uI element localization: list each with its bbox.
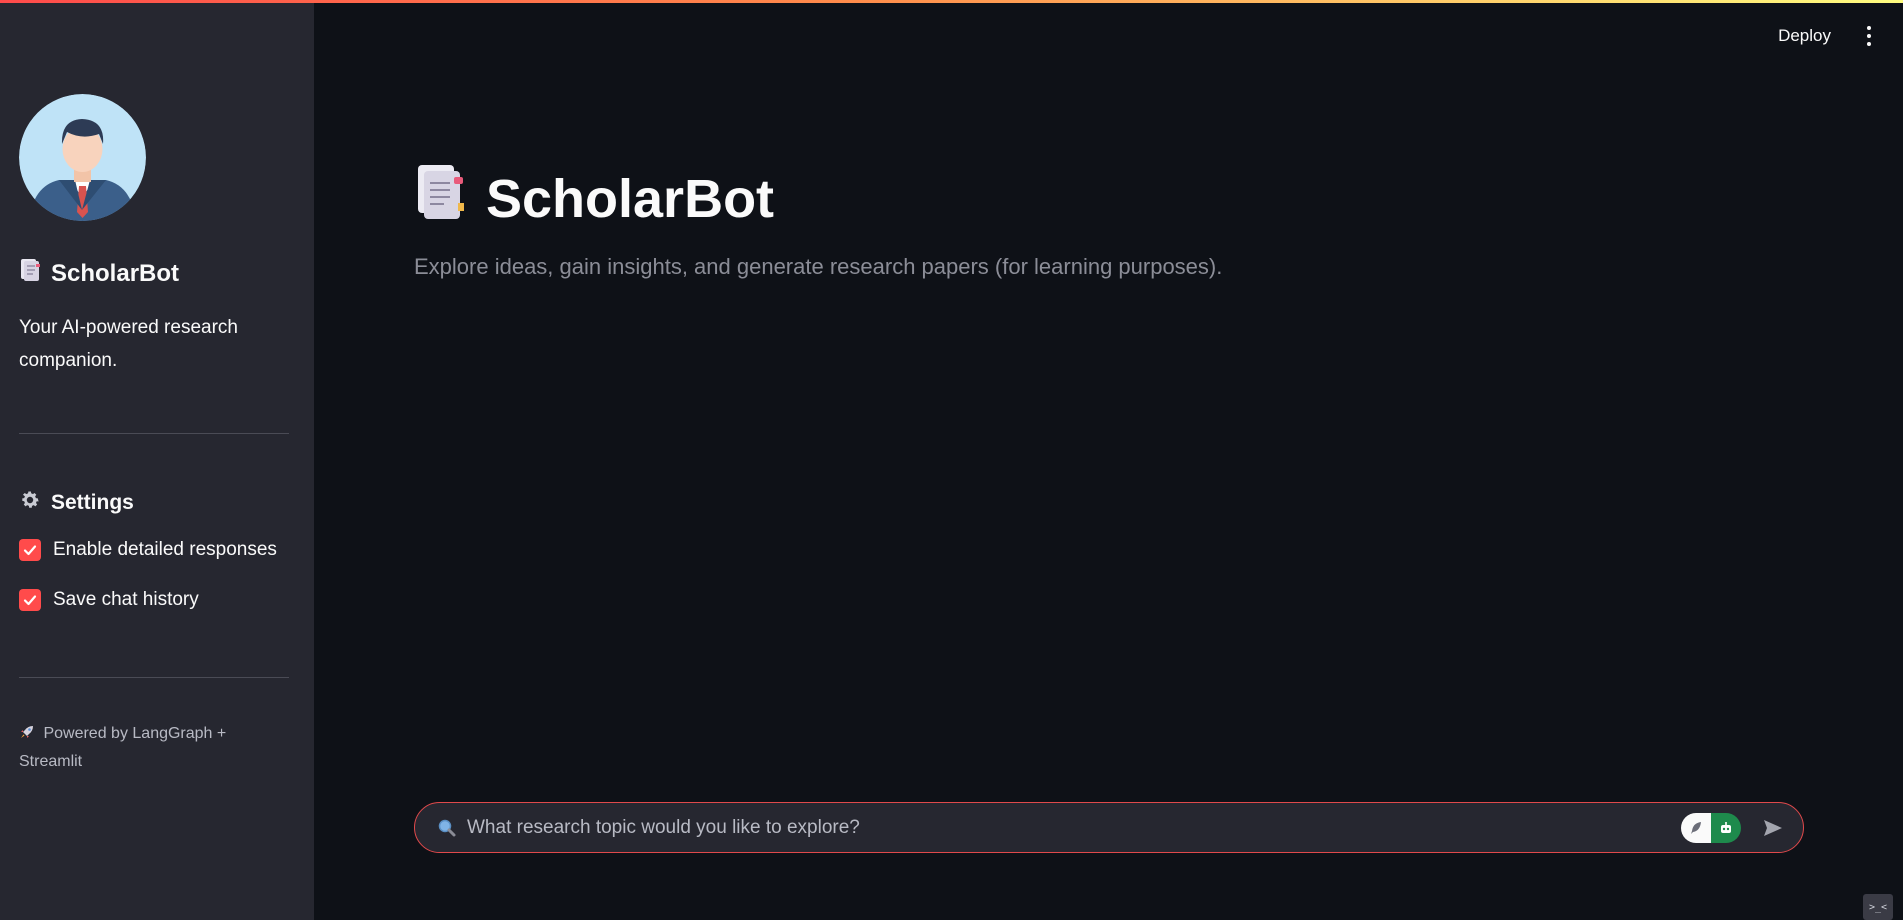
- checkbox-label: Save chat history: [53, 589, 199, 610]
- avatar: [19, 94, 146, 221]
- search-icon: [437, 818, 457, 838]
- sidebar-tagline: Your AI-powered research companion.: [19, 317, 238, 371]
- feather-icon[interactable]: [1681, 812, 1711, 843]
- extension-badge[interactable]: [1681, 812, 1741, 843]
- status-widget-icon[interactable]: >_<: [1863, 894, 1893, 920]
- rocket-icon: [19, 725, 43, 742]
- sidebar-footer: Powered by LangGraph + Streamlit: [19, 720, 259, 776]
- sidebar-title: ScholarBot: [19, 258, 179, 289]
- deploy-button[interactable]: Deploy: [1770, 22, 1839, 50]
- more-options-icon[interactable]: [1859, 22, 1879, 50]
- settings-heading: Settings: [19, 489, 134, 517]
- sidebar-divider: [19, 433, 289, 434]
- sidebar-divider: [19, 677, 289, 678]
- checkbox-checked-icon[interactable]: [19, 589, 41, 611]
- checkbox-save-history[interactable]: Save chat history: [19, 589, 199, 611]
- sidebar-title-text: ScholarBot: [51, 259, 180, 287]
- checkbox-label: Enable detailed responses: [53, 539, 277, 560]
- document-icon: [414, 163, 466, 234]
- document-icon: [19, 258, 41, 289]
- robot-icon[interactable]: [1711, 812, 1741, 843]
- footer-text: Powered by LangGraph + Streamlit: [19, 725, 227, 770]
- gear-icon: [19, 489, 41, 517]
- settings-heading-text: Settings: [51, 491, 134, 514]
- top-decoration-stripe: [0, 0, 1903, 3]
- sidebar: ScholarBot Your AI-powered research comp…: [0, 0, 314, 920]
- chat-input[interactable]: [465, 815, 1681, 840]
- page-title: ScholarBot: [414, 163, 774, 234]
- send-icon[interactable]: [1757, 812, 1789, 844]
- checkbox-checked-icon[interactable]: [19, 539, 41, 561]
- chat-input-bar[interactable]: [414, 802, 1804, 853]
- page-subtitle: Explore ideas, gain insights, and genera…: [414, 254, 1223, 279]
- header-toolbar: Deploy: [1770, 22, 1879, 50]
- page-title-text: ScholarBot: [486, 168, 775, 229]
- checkbox-detailed-responses[interactable]: Enable detailed responses: [19, 539, 277, 561]
